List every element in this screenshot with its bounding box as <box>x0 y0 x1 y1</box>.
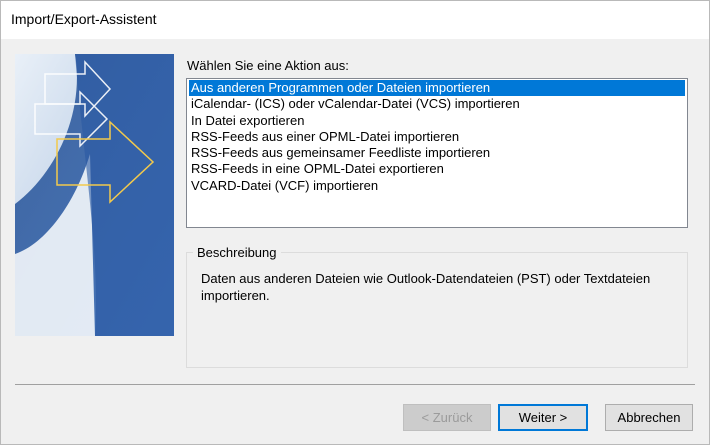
wizard-graphic <box>15 54 174 336</box>
description-legend: Beschreibung <box>193 245 281 260</box>
next-button[interactable]: Weiter > <box>498 404 588 431</box>
list-item[interactable]: VCARD-Datei (VCF) importieren <box>187 178 687 194</box>
cancel-button[interactable]: Abbrechen <box>605 404 693 431</box>
list-item[interactable]: RSS-Feeds in eine OPML-Datei exportieren <box>187 161 687 177</box>
title-bar: Import/Export-Assistent <box>0 0 710 39</box>
list-item[interactable]: iCalendar- (ICS) oder vCalendar-Datei (V… <box>187 96 687 112</box>
list-item[interactable]: RSS-Feeds aus gemeinsamer Feedliste impo… <box>187 145 687 161</box>
list-item[interactable]: RSS-Feeds aus einer OPML-Datei importier… <box>187 129 687 145</box>
list-item[interactable]: In Datei exportieren <box>187 113 687 129</box>
list-item[interactable]: Aus anderen Programmen oder Dateien impo… <box>189 80 685 97</box>
action-listbox[interactable]: Aus anderen Programmen oder Dateien impo… <box>186 78 688 228</box>
action-label: Wählen Sie eine Aktion aus: <box>187 58 349 73</box>
window-title: Import/Export-Assistent <box>11 11 157 27</box>
separator <box>15 384 695 385</box>
back-button[interactable]: < Zurück <box>403 404 491 431</box>
description-text: Daten aus anderen Dateien wie Outlook-Da… <box>201 271 651 303</box>
